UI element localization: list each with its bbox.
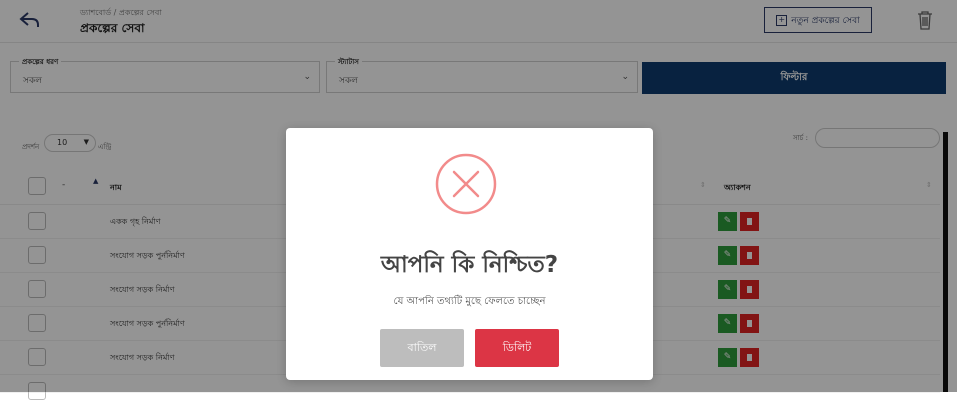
x-circle-icon (434, 152, 498, 216)
cancel-button[interactable]: বাতিল (380, 329, 464, 367)
dialog-title: আপনি কি নিশ্চিত? (380, 252, 559, 278)
confirm-delete-dialog: আপনি কি নিশ্চিত? যে আপনি তথ্যটি মুছে ফেল… (286, 128, 653, 380)
delete-button[interactable]: ডিলিট (475, 329, 559, 367)
dialog-message: যে আপনি তথ্যটি মুছে ফেলতে চাচ্ছেন (393, 296, 546, 307)
